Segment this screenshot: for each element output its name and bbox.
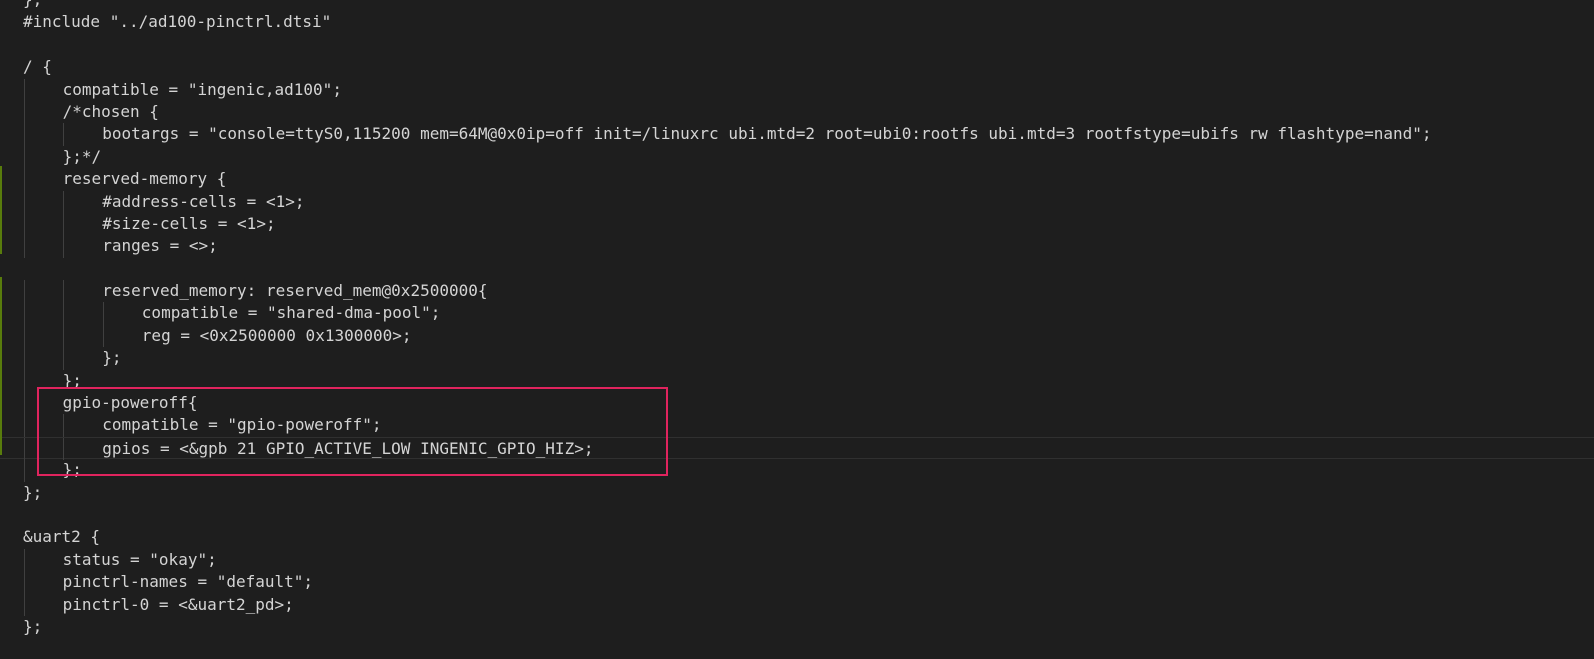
indent-guide <box>103 302 104 325</box>
code-line-text: #size-cells = <1>; <box>102 213 276 233</box>
code-line-text: };*/ <box>62 146 102 166</box>
code-line-text: reserved-memory { <box>62 169 227 189</box>
code-line[interactable]: status = "okay"; <box>0 548 1594 572</box>
indent-guide <box>63 123 64 146</box>
code-line-text: &uart2 { <box>23 527 101 547</box>
indent-guide <box>24 78 25 101</box>
indent-guide <box>24 548 25 572</box>
code-line[interactable]: bootargs = "console=ttyS0,115200 mem=64M… <box>0 123 1594 146</box>
code-line[interactable]: }; <box>0 369 1594 393</box>
code-line[interactable]: reserved-memory { <box>0 168 1594 191</box>
indent-guide <box>24 235 25 258</box>
code-line-text: }; <box>62 460 82 480</box>
code-line-text: #address-cells = <1>; <box>102 191 305 211</box>
code-line-text: reg = <0x2500000 0x1300000>; <box>141 325 412 345</box>
indent-guide <box>24 302 25 325</box>
code-line-text: pinctrl-0 = <&uart2_pd>; <box>62 594 294 614</box>
indent-guide <box>63 414 64 437</box>
indent-guide <box>24 571 25 594</box>
indent-guide <box>24 190 25 213</box>
code-line[interactable]: compatible = "shared-dma-pool"; <box>0 302 1594 325</box>
code-line[interactable]: #include "../ad100-pinctrl.dtsi" <box>0 11 1594 33</box>
code-line[interactable]: #address-cells = <1>; <box>0 190 1594 213</box>
code-line-text: compatible = "shared-dma-pool"; <box>141 303 441 323</box>
indent-guide <box>63 235 64 258</box>
code-line-text: }; <box>23 616 43 636</box>
code-line-text: }; <box>102 348 122 368</box>
code-line-text: }; <box>23 482 43 502</box>
code-line[interactable]: / { <box>0 56 1594 78</box>
code-line-text: gpio-poweroff{ <box>62 393 198 413</box>
code-line-text: status = "okay"; <box>62 549 217 569</box>
indent-guide <box>63 437 64 461</box>
code-line-text: reserved_memory: reserved_mem@0x2500000{ <box>102 281 488 301</box>
code-line[interactable]: &uart2 { <box>0 526 1594 548</box>
code-editor[interactable]: };#include "../ad100-pinctrl.dtsi"/ {com… <box>0 0 1594 659</box>
code-line-text: pinctrl-names = "default"; <box>62 572 314 592</box>
code-line-text: gpios = <&gpb 21 GPIO_ACTIVE_LOW INGENIC… <box>102 438 594 458</box>
indent-guide <box>24 437 25 461</box>
indent-guide <box>24 593 25 616</box>
indent-guide <box>24 369 25 393</box>
indent-guide <box>24 459 25 482</box>
code-line[interactable]: }; <box>0 347 1594 370</box>
code-line[interactable]: pinctrl-names = "default"; <box>0 571 1594 594</box>
indent-guide <box>24 392 25 415</box>
code-line[interactable]: pinctrl-0 = <&uart2_pd>; <box>0 593 1594 616</box>
indent-guide <box>24 414 25 437</box>
code-line[interactable]: #size-cells = <1>; <box>0 212 1594 236</box>
indent-guide <box>63 302 64 325</box>
indent-guide <box>24 347 25 370</box>
indent-guide <box>63 280 64 303</box>
code-line[interactable] <box>0 504 1594 526</box>
code-line-text: / { <box>23 57 52 77</box>
code-line-text: compatible = "gpio-poweroff"; <box>102 415 382 435</box>
code-line[interactable]: }; <box>0 482 1594 504</box>
indent-guide <box>24 145 25 169</box>
code-line[interactable]: }; <box>0 616 1594 638</box>
indent-guide <box>63 324 64 348</box>
indent-guide <box>24 168 25 191</box>
code-line[interactable]: }; <box>0 0 1594 11</box>
gutter-change-marker <box>0 166 2 254</box>
indent-guide <box>24 100 25 124</box>
indent-guide <box>63 212 64 236</box>
code-line[interactable]: /*chosen { <box>0 100 1594 124</box>
code-line[interactable]: reserved_memory: reserved_mem@0x2500000{ <box>0 280 1594 303</box>
code-line-text: compatible = "ingenic,ad100"; <box>62 79 342 99</box>
code-line[interactable] <box>0 34 1594 56</box>
code-line-text: ranges = <>; <box>102 236 218 256</box>
code-line-text: }; <box>23 0 42 11</box>
indent-guide <box>24 123 25 146</box>
code-line[interactable]: gpio-poweroff{ <box>0 392 1594 415</box>
code-line-text: }; <box>62 370 82 390</box>
code-line-text: bootargs = "console=ttyS0,115200 mem=64M… <box>102 124 1432 144</box>
code-line-text: #include "../ad100-pinctrl.dtsi" <box>23 12 332 32</box>
code-line[interactable]: };*/ <box>0 145 1594 169</box>
code-line[interactable]: ranges = <>; <box>0 235 1594 258</box>
code-line[interactable]: reg = <0x2500000 0x1300000>; <box>0 324 1594 348</box>
code-area[interactable]: };#include "../ad100-pinctrl.dtsi"/ {com… <box>0 0 1594 638</box>
indent-guide <box>24 324 25 348</box>
code-line[interactable]: gpios = <&gpb 21 GPIO_ACTIVE_LOW INGENIC… <box>0 436 1594 461</box>
indent-guide <box>63 347 64 370</box>
code-line[interactable]: compatible = "ingenic,ad100"; <box>0 78 1594 101</box>
code-line-text: /*chosen { <box>62 101 159 121</box>
indent-guide <box>63 190 64 213</box>
indent-guide <box>24 280 25 303</box>
gutter-change-marker <box>0 277 2 455</box>
code-line[interactable]: compatible = "gpio-poweroff"; <box>0 414 1594 437</box>
indent-guide <box>103 324 104 348</box>
code-line[interactable]: }; <box>0 459 1594 482</box>
indent-guide <box>24 212 25 236</box>
code-line[interactable] <box>0 258 1594 280</box>
